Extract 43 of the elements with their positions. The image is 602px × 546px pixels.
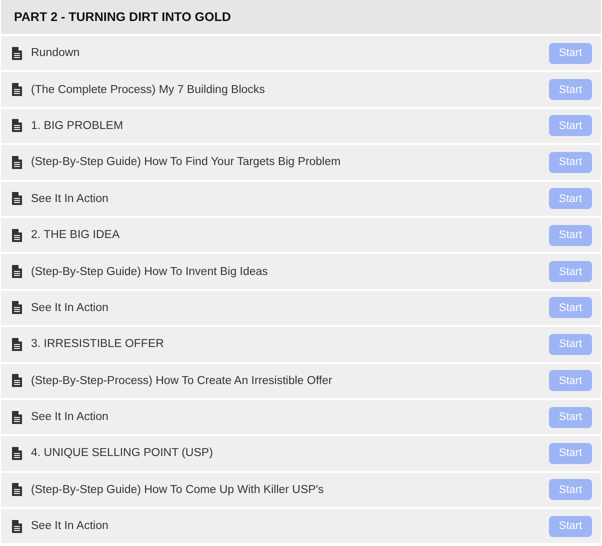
document-icon <box>12 338 22 351</box>
start-button[interactable]: Start <box>549 406 592 428</box>
lesson-title: (Step-By-Step Guide) How To Find Your Targets Big Problem <box>31 156 342 168</box>
document-icon <box>12 156 22 169</box>
start-button[interactable]: Start <box>549 79 592 100</box>
document-icon <box>12 46 22 60</box>
document-icon <box>12 83 22 96</box>
start-button[interactable]: Start <box>549 516 592 537</box>
lesson-title: 4. UNIQUE SELLING POINT (USP) <box>31 447 214 460</box>
start-button[interactable]: Start <box>549 152 592 173</box>
lesson-title: See It In Action <box>31 302 110 314</box>
lesson-title: 1. BIG PROBLEM <box>31 120 124 132</box>
start-button[interactable]: Start <box>549 479 592 500</box>
document-icon <box>12 520 22 533</box>
start-button[interactable]: Start <box>549 370 592 392</box>
document-icon <box>12 374 22 388</box>
start-button[interactable]: Start <box>549 115 592 136</box>
start-button[interactable]: Start <box>549 261 592 282</box>
lesson-title: (Step-By-Step-Process) How To Create An Irresistible Offer <box>31 374 334 387</box>
lesson-title: See It In Action <box>31 520 110 532</box>
lesson-title: (Step-By-Step Guide) How To Come Up With Killer USP's <box>31 484 325 496</box>
document-icon <box>12 228 22 242</box>
start-button[interactable]: Start <box>549 297 592 318</box>
start-button[interactable]: Start <box>549 42 592 64</box>
start-button[interactable]: Start <box>549 334 592 355</box>
document-icon <box>12 119 22 132</box>
lesson-title: (Step-By-Step Guide) How To Invent Big Ideas <box>31 266 269 278</box>
document-icon <box>12 483 22 496</box>
lesson-title: See It In Action <box>31 411 110 424</box>
start-button[interactable]: Start <box>549 224 592 246</box>
lesson-title: 3. IRRESISTIBLE OFFER <box>31 338 165 350</box>
lesson-title: Rundown <box>31 47 81 60</box>
document-icon <box>12 410 22 424</box>
document-icon <box>12 265 22 278</box>
document-icon <box>12 446 22 460</box>
lesson-title: See It In Action <box>31 192 110 205</box>
lesson-title: (The Complete Process) My 7 Building Blocks <box>31 84 266 96</box>
start-button[interactable]: Start <box>549 442 592 464</box>
document-icon <box>12 301 22 314</box>
start-button[interactable]: Start <box>549 188 592 210</box>
lesson-title: 2. THE BIG IDEA <box>31 229 121 242</box>
document-icon <box>12 192 22 206</box>
section-title: PART 2 - TURNING DIRT INTO GOLD <box>1 0 601 34</box>
